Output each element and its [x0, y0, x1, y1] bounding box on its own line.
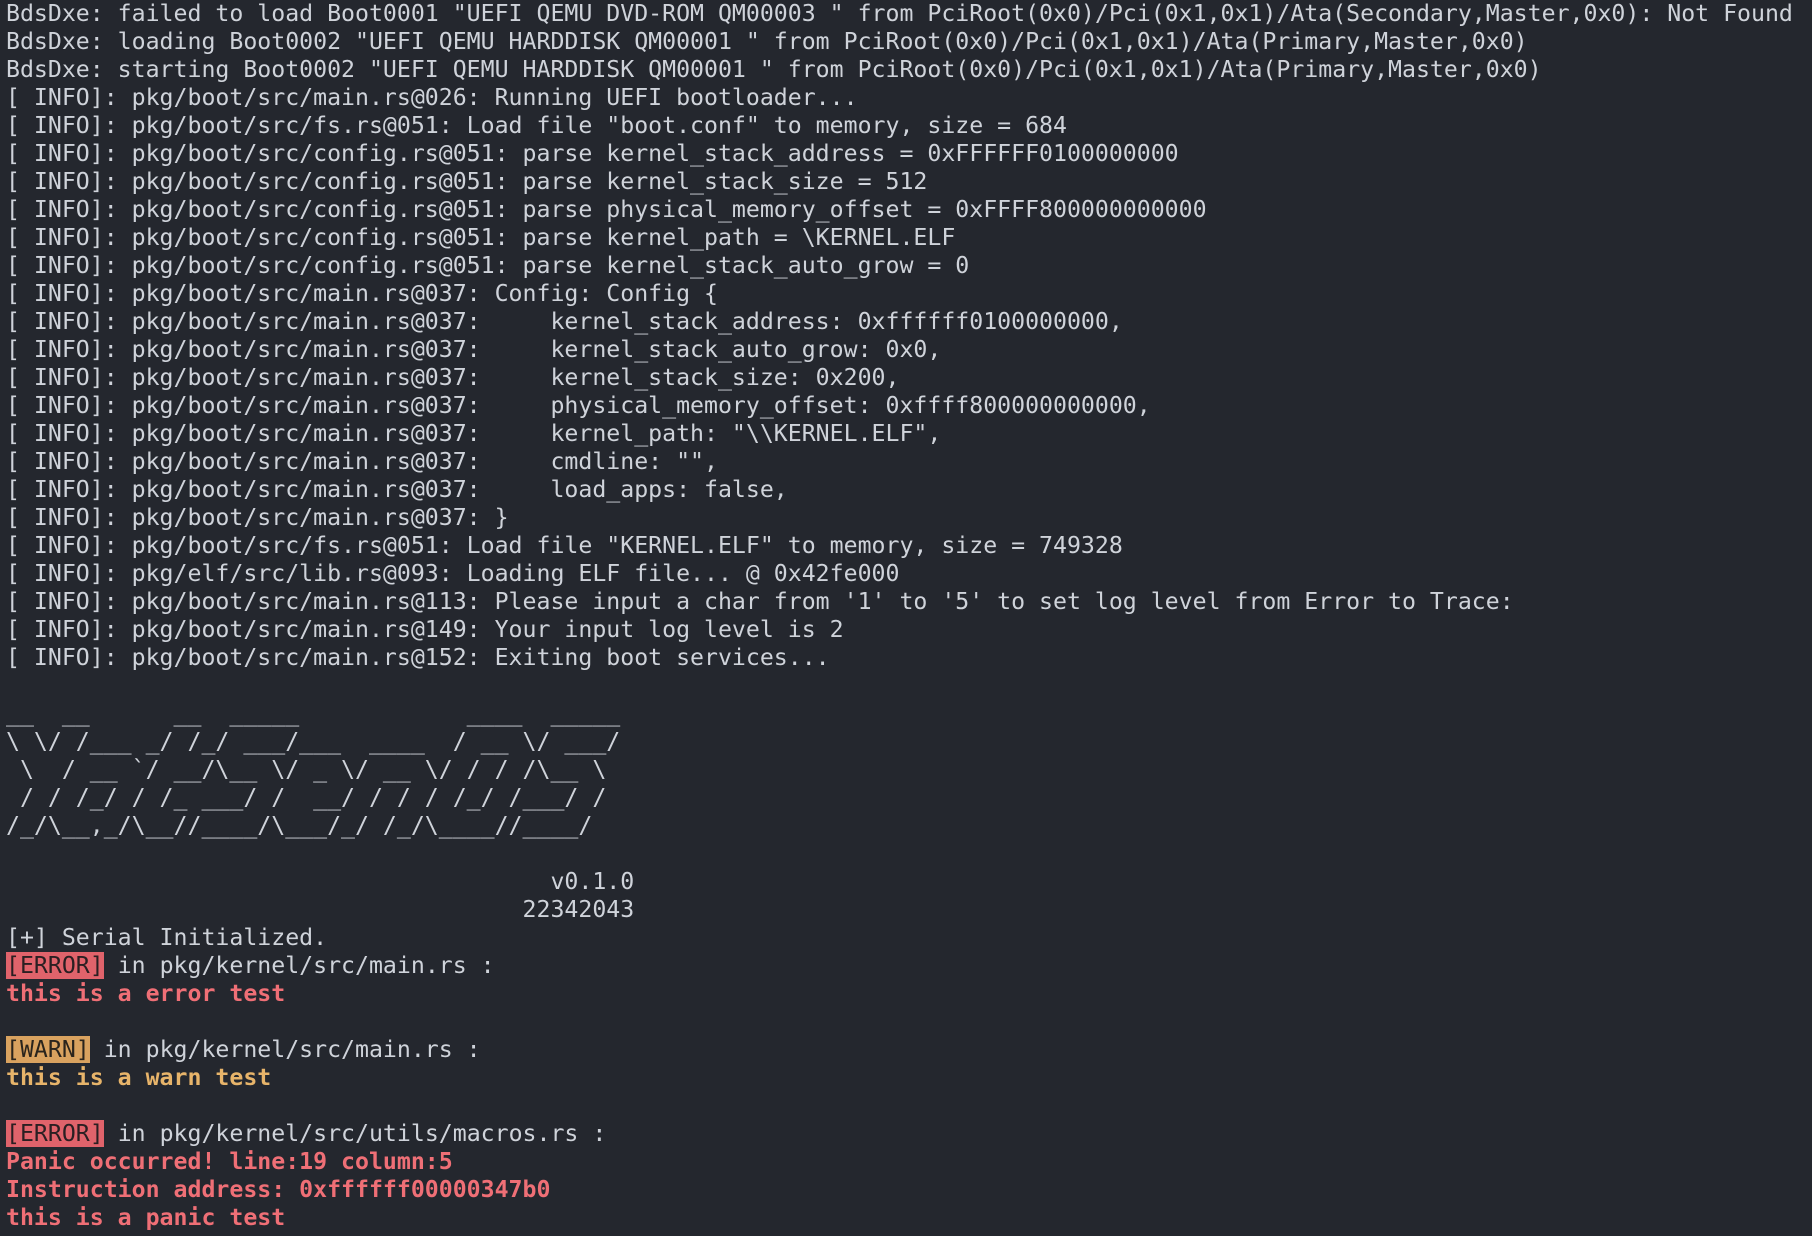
line-text: [ INFO]: pkg/boot/src/config.rs@051: par…: [6, 140, 1179, 167]
terminal-line: [ INFO]: pkg/boot/src/main.rs@149: Your …: [6, 616, 1806, 644]
line-text: BdsDxe: failed to load Boot0001 "UEFI QE…: [6, 0, 1793, 27]
error-badge: [ERROR]: [6, 952, 104, 979]
terminal-line: [ERROR] in pkg/kernel/src/utils/macros.r…: [6, 1120, 1806, 1148]
log-location: in pkg/kernel/src/main.rs :: [89, 1036, 481, 1063]
terminal-line: [ INFO]: pkg/boot/src/main.rs@037: kerne…: [6, 336, 1806, 364]
line-text: 22342043: [6, 896, 635, 923]
terminal-line: [ INFO]: pkg/boot/src/config.rs@051: par…: [6, 224, 1806, 252]
terminal-line: [ INFO]: pkg/boot/src/main.rs@037: kerne…: [6, 420, 1806, 448]
line-text: v0.1.0: [6, 868, 635, 895]
terminal-line: BdsDxe: loading Boot0002 "UEFI QEMU HARD…: [6, 28, 1806, 56]
error-message: Panic occurred! line:19 column:5: [6, 1148, 453, 1175]
terminal-line: \ \/ /___ _/ /_/ ___/___ ____ / __ \/ __…: [6, 728, 1806, 756]
line-text: __ __ __ _____ ____ _____: [6, 700, 621, 727]
terminal-line: [ INFO]: pkg/boot/src/main.rs@037: load_…: [6, 476, 1806, 504]
line-text: [ INFO]: pkg/boot/src/config.rs@051: par…: [6, 252, 970, 279]
terminal-line: v0.1.0: [6, 868, 1806, 896]
terminal-line: [ INFO]: pkg/boot/src/main.rs@152: Exiti…: [6, 644, 1806, 672]
terminal-line: [ INFO]: pkg/elf/src/lib.rs@093: Loading…: [6, 560, 1806, 588]
terminal-line: [ INFO]: pkg/boot/src/main.rs@037: }: [6, 504, 1806, 532]
terminal-line: BdsDxe: failed to load Boot0001 "UEFI QE…: [6, 0, 1806, 28]
line-text: [ INFO]: pkg/boot/src/main.rs@037: kerne…: [6, 420, 942, 447]
line-text: BdsDxe: starting Boot0002 "UEFI QEMU HAR…: [6, 56, 1542, 83]
terminal-line: this is a panic test: [6, 1204, 1806, 1232]
terminal-line: [ INFO]: pkg/boot/src/main.rs@037: kerne…: [6, 364, 1806, 392]
line-text: [ INFO]: pkg/boot/src/main.rs@037: kerne…: [6, 336, 942, 363]
terminal-line: 22342043: [6, 896, 1806, 924]
line-text: [ INFO]: pkg/boot/src/main.rs@149: Your …: [6, 616, 844, 643]
terminal-output[interactable]: BdsDxe: failed to load Boot0001 "UEFI QE…: [6, 0, 1806, 1232]
log-location: in pkg/kernel/src/utils/macros.rs :: [103, 1120, 607, 1147]
line-text: \ / __ `/ __/\__ \/ _ \/ __ \/ / / /\__ …: [6, 756, 621, 783]
line-text: [ INFO]: pkg/boot/src/main.rs@026: Runni…: [6, 84, 858, 111]
error-message: this is a panic test: [6, 1204, 286, 1231]
terminal-line: this is a error test: [6, 980, 1806, 1008]
terminal-line: /_/\__,_/\__//____/\___/_/ /_/\____//___…: [6, 812, 1806, 840]
line-text: [ INFO]: pkg/boot/src/config.rs@051: par…: [6, 224, 956, 251]
line-text: [ INFO]: pkg/boot/src/main.rs@037: Confi…: [6, 280, 718, 307]
terminal-line: [ INFO]: pkg/boot/src/fs.rs@051: Load fi…: [6, 112, 1806, 140]
terminal-line: [ INFO]: pkg/boot/src/config.rs@051: par…: [6, 252, 1806, 280]
line-text: [ INFO]: pkg/boot/src/main.rs@037: cmdli…: [6, 448, 718, 475]
line-text: BdsDxe: loading Boot0002 "UEFI QEMU HARD…: [6, 28, 1528, 55]
terminal-line: [WARN] in pkg/kernel/src/main.rs :: [6, 1036, 1806, 1064]
line-text: [ INFO]: pkg/boot/src/config.rs@051: par…: [6, 196, 1207, 223]
terminal-line: Panic occurred! line:19 column:5: [6, 1148, 1806, 1176]
line-text: [ INFO]: pkg/boot/src/main.rs@152: Exiti…: [6, 644, 830, 671]
terminal-line: Instruction address: 0xffffff00000347b0: [6, 1176, 1806, 1204]
line-text: / / /_/ / /_ ___/ / __/ / / / /_/ /___/ …: [6, 784, 621, 811]
line-text: [ INFO]: pkg/boot/src/fs.rs@051: Load fi…: [6, 112, 1067, 139]
line-text: [ INFO]: pkg/boot/src/main.rs@113: Pleas…: [6, 588, 1514, 615]
line-text: [ INFO]: pkg/boot/src/main.rs@037: kerne…: [6, 364, 900, 391]
error-badge: [ERROR]: [6, 1120, 104, 1147]
terminal-line: [ INFO]: pkg/boot/src/main.rs@037: cmdli…: [6, 448, 1806, 476]
line-text: [ INFO]: pkg/elf/src/lib.rs@093: Loading…: [6, 560, 900, 587]
terminal-line: / / /_/ / /_ ___/ / __/ / / / /_/ /___/ …: [6, 784, 1806, 812]
terminal-line: this is a warn test: [6, 1064, 1806, 1092]
terminal-line: [ INFO]: pkg/boot/src/main.rs@037: physi…: [6, 392, 1806, 420]
line-text: [ INFO]: pkg/boot/src/main.rs@037: physi…: [6, 392, 1151, 419]
terminal-line: [ INFO]: pkg/boot/src/fs.rs@051: Load fi…: [6, 532, 1806, 560]
line-text: \ \/ /___ _/ /_/ ___/___ ____ / __ \/ __…: [6, 728, 621, 755]
terminal-line: [+] Serial Initialized.: [6, 924, 1806, 952]
line-text: [ INFO]: pkg/boot/src/config.rs@051: par…: [6, 168, 928, 195]
terminal-line: [ INFO]: pkg/boot/src/config.rs@051: par…: [6, 140, 1806, 168]
terminal-line: __ __ __ _____ ____ _____: [6, 700, 1806, 728]
terminal-line: [ERROR] in pkg/kernel/src/main.rs :: [6, 952, 1806, 980]
line-text: [ INFO]: pkg/boot/src/main.rs@037: kerne…: [6, 308, 1123, 335]
terminal-line: [ INFO]: pkg/boot/src/main.rs@113: Pleas…: [6, 588, 1806, 616]
terminal-line: \ / __ `/ __/\__ \/ _ \/ __ \/ / / /\__ …: [6, 756, 1806, 784]
line-text: [+] Serial Initialized.: [6, 924, 328, 951]
terminal-line: BdsDxe: starting Boot0002 "UEFI QEMU HAR…: [6, 56, 1806, 84]
terminal-line: [ INFO]: pkg/boot/src/config.rs@051: par…: [6, 168, 1806, 196]
warn-badge: [WARN]: [6, 1036, 90, 1063]
line-text: [ INFO]: pkg/boot/src/main.rs@037: load_…: [6, 476, 788, 503]
log-location: in pkg/kernel/src/main.rs :: [103, 952, 495, 979]
line-text: [ INFO]: pkg/boot/src/fs.rs@051: Load fi…: [6, 532, 1123, 559]
line-text: /_/\__,_/\__//____/\___/_/ /_/\____//___…: [6, 812, 621, 839]
terminal-line: [ INFO]: pkg/boot/src/main.rs@026: Runni…: [6, 84, 1806, 112]
terminal-line: [ INFO]: pkg/boot/src/config.rs@051: par…: [6, 196, 1806, 224]
error-message: this is a error test: [6, 980, 286, 1007]
line-text: [ INFO]: pkg/boot/src/main.rs@037: }: [6, 504, 509, 531]
terminal-line: [ INFO]: pkg/boot/src/main.rs@037: kerne…: [6, 308, 1806, 336]
error-message: Instruction address: 0xffffff00000347b0: [6, 1176, 551, 1203]
warn-message: this is a warn test: [6, 1064, 272, 1091]
terminal-line: [ INFO]: pkg/boot/src/main.rs@037: Confi…: [6, 280, 1806, 308]
